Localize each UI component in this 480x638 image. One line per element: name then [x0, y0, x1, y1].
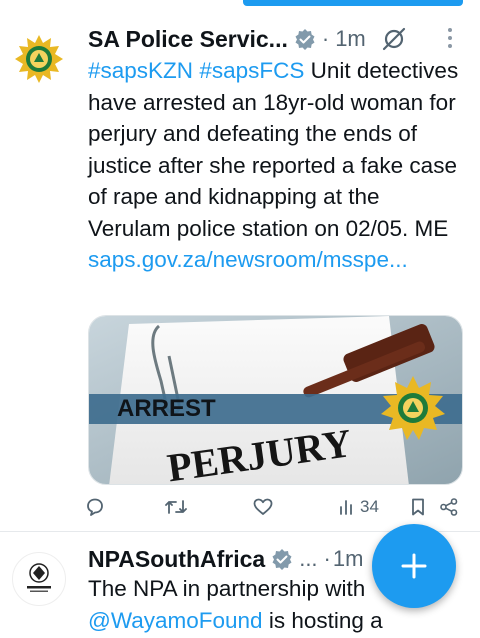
grok-icon[interactable] [380, 25, 408, 58]
verified-badge-icon [271, 548, 293, 570]
tweet-url-link[interactable]: saps.gov.za/newsroom/msspe... [88, 247, 408, 272]
compose-button[interactable] [372, 524, 456, 608]
verified-badge-icon [294, 28, 316, 50]
hashtag-link[interactable]: #sapsKZN [88, 58, 193, 83]
hashtag-link[interactable]: #sapsFCS [199, 58, 304, 83]
avatar-npa[interactable] [12, 552, 66, 606]
tweet-saps[interactable]: SA Police Servic... · 1m #sapsKZN #sapsF… [0, 10, 480, 530]
saps-emblem-icon [15, 35, 63, 83]
perjury-arrest-illustration: ARREST PERJURY [89, 316, 462, 484]
views-button[interactable]: 34 [338, 497, 379, 517]
tweet-body-end: is hosting a [262, 607, 383, 633]
separator-dot: · [321, 26, 330, 51]
scroll-indicator [243, 0, 463, 6]
retweet-button[interactable] [164, 496, 188, 518]
bookmark-button[interactable] [409, 497, 427, 517]
more-vertical-icon[interactable] [446, 26, 454, 55]
mention-link[interactable]: @WayamoFound [88, 608, 263, 633]
share-button[interactable] [439, 497, 459, 517]
reply-button[interactable] [84, 496, 106, 518]
views-count: 34 [360, 497, 379, 516]
tweet-header: SA Police Servic... · 1m [88, 22, 460, 56]
tweet-text: #sapsKZN #sapsFCS Unit detectives have a… [88, 55, 462, 276]
like-button[interactable] [252, 496, 274, 518]
truncation-ellipsis: ... [299, 546, 318, 571]
reply-icon [87, 498, 103, 516]
avatar-saps[interactable] [12, 32, 66, 86]
retweet-icon [165, 500, 187, 514]
author-name[interactable]: SA Police Servic... [88, 26, 288, 53]
tweet-media-image[interactable]: ARREST PERJURY [88, 315, 463, 485]
arrest-banner-text: ARREST [117, 395, 216, 422]
views-icon [340, 500, 352, 515]
share-icon [440, 498, 458, 516]
tweet-actions: 34 [80, 493, 470, 521]
compose-plus-icon [401, 553, 427, 579]
tweet-time: 1m [332, 546, 364, 571]
like-icon [253, 498, 273, 515]
tweet-body: Unit detectives have arrested an 18yr-ol… [88, 58, 459, 241]
npa-logo-icon [27, 563, 51, 592]
author-name[interactable]: NPASouthAfrica [88, 546, 265, 573]
tweet-body-start: The NPA in partnership with [88, 576, 366, 601]
separator-dot: · [323, 546, 331, 571]
tweet-time: 1m [335, 26, 366, 51]
bookmark-icon [412, 498, 424, 516]
